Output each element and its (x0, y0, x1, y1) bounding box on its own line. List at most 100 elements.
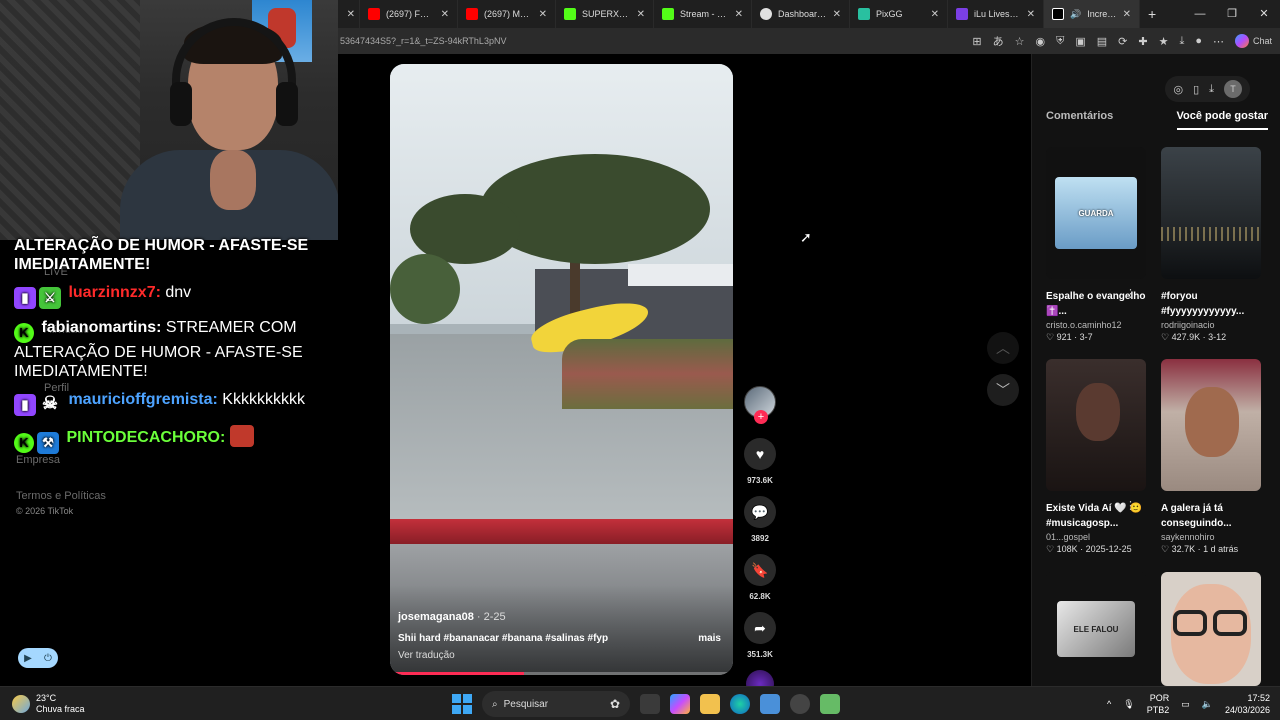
puzzle-icon[interactable]: ✚ (1138, 35, 1147, 48)
tab-youtube-1[interactable]: (2697) FEAR THE ✕ (360, 0, 458, 28)
copilot-chat-button[interactable]: Chat (1234, 34, 1272, 48)
new-tab-button[interactable]: + (1140, 0, 1164, 28)
video-author[interactable]: josemagana08 · 2-25 (398, 611, 506, 623)
download-icon[interactable]: ⤓ (1209, 83, 1214, 96)
card-thumbnail[interactable] (1161, 147, 1261, 279)
close-icon[interactable]: ✕ (1027, 9, 1035, 20)
recommended-card[interactable]: #foryou #fyyyyyyyyyyyy... rodriigoinacio… (1161, 147, 1263, 343)
overlay-toggle-button[interactable]: ▶ ⏻ (18, 648, 58, 668)
close-icon[interactable]: ✕ (931, 9, 939, 20)
translate-button[interactable]: Ver tradução (398, 650, 455, 661)
profile-icon[interactable]: ● (1195, 35, 1202, 47)
tab-comments[interactable]: Comentários (1046, 110, 1113, 130)
microphone-icon[interactable]: 🎙 (1123, 699, 1134, 710)
close-icon[interactable]: ✕ (637, 9, 645, 20)
close-icon[interactable]: ✕ (539, 9, 547, 20)
url-field[interactable]: 53647434S5?_r=1&_t=ZS-94kRThL3pNV (338, 36, 506, 46)
speaker-icon[interactable]: 🔊 (1070, 9, 1081, 20)
recommended-card[interactable] (1161, 572, 1263, 686)
card-author[interactable]: cristo.o.caminho12 (1046, 320, 1148, 330)
more-options-icon[interactable]: ⋮ (1125, 499, 1136, 512)
taskbar-search[interactable]: ⌕ Pesquisar ✿ (482, 691, 630, 717)
video-progress[interactable] (390, 672, 733, 675)
tab-youtube-2[interactable]: (2697) Metal Ins ✕ (458, 0, 556, 28)
refresh-extension-icon[interactable]: ⟳ (1118, 35, 1127, 48)
network-icon[interactable]: ▭ (1181, 699, 1190, 710)
card-thumbnail[interactable] (1161, 359, 1261, 491)
recommended-card[interactable]: A galera já tá conseguindo... saykennohi… (1161, 359, 1263, 555)
card-thumbnail[interactable]: ELE FALOU (1046, 572, 1146, 686)
close-icon[interactable]: ✕ (735, 9, 743, 20)
obs-icon[interactable] (790, 694, 810, 714)
close-icon[interactable]: ✕ (833, 9, 841, 20)
card-author[interactable]: rodriigoinacio (1161, 320, 1263, 330)
card-thumbnail[interactable] (1161, 572, 1261, 686)
footer-terms[interactable]: Termos e Políticas (16, 490, 106, 502)
save-button[interactable]: 🔖 (744, 554, 776, 586)
comment-button[interactable]: 💬 (744, 496, 776, 528)
close-icon[interactable]: ✕ (1123, 9, 1131, 20)
input-language[interactable]: POR PTB2 (1147, 692, 1170, 716)
recommended-card[interactable]: ELE FALOU (1046, 572, 1148, 686)
user-avatar[interactable]: T (1224, 80, 1242, 98)
extension-icon[interactable]: ▤ (1097, 35, 1107, 48)
more-options-icon[interactable]: ⋮ (1125, 287, 1136, 300)
minimize-icon[interactable]: — (1184, 0, 1216, 28)
task-view-icon[interactable] (640, 694, 660, 714)
restore-icon[interactable]: ❐ (1216, 0, 1248, 28)
windows-start-icon[interactable] (452, 694, 472, 714)
video-building-sign (628, 264, 733, 286)
video-player[interactable]: josemagana08 · 2-25 Shii hard #bananacar… (390, 64, 733, 675)
tab-kick-1[interactable]: SUPERXANDAO ✕ (556, 0, 654, 28)
recommended-card[interactable]: GUARDA Espalhe o evangelho ✝️... cristo.… (1046, 147, 1148, 343)
follow-plus-icon[interactable]: + (754, 410, 768, 424)
translate-icon[interactable]: あ (993, 33, 1004, 49)
share-button[interactable]: ➦ (744, 612, 776, 644)
more-button[interactable]: mais (698, 633, 721, 644)
author-name[interactable]: josemagana08 (398, 611, 474, 623)
card-author[interactable]: 01...gospel (1046, 532, 1148, 542)
tab-close-partial[interactable]: ✕ (338, 0, 360, 28)
tab-you-may-like[interactable]: Você pode gostar (1176, 110, 1268, 130)
compass-icon[interactable]: ◎ (1173, 83, 1183, 96)
edge-icon[interactable] (730, 694, 750, 714)
app-install-icon[interactable]: ⊞ (972, 35, 981, 48)
previous-video-button[interactable]: ︿ (987, 332, 1019, 364)
tab-ilu[interactable]: iLu Lives | React ✕ (948, 0, 1044, 28)
extension-icon[interactable]: ▣ (1075, 35, 1085, 48)
next-video-button[interactable]: ﹀ (987, 374, 1019, 406)
card-author[interactable]: saykennohiro (1161, 532, 1263, 542)
card-thumbnail[interactable]: GUARDA (1046, 147, 1146, 279)
save-count: 62.8K (749, 592, 771, 601)
like-count: 973.6K (747, 476, 773, 485)
photos-icon[interactable] (760, 694, 780, 714)
close-icon[interactable]: ✕ (441, 9, 449, 20)
download-icon[interactable]: ⤓ (1179, 35, 1184, 48)
favorite-star-icon[interactable]: ☆ (1015, 35, 1025, 48)
copilot-icon[interactable] (670, 694, 690, 714)
recommended-card[interactable]: Existe Vida Aí 🤍 🙂 #musicagosp... 01...g… (1046, 359, 1148, 555)
tab-dashboard[interactable]: Dashboard - Liv ✕ (752, 0, 850, 28)
close-icon[interactable]: ✕ (347, 9, 355, 20)
chevron-up-icon[interactable]: ^ (1107, 699, 1111, 709)
creator-avatar[interactable]: + (744, 386, 776, 424)
speaker-icon[interactable]: 🔈 (1202, 699, 1213, 710)
card-thumbnail[interactable] (1046, 359, 1146, 491)
extension-icon[interactable]: ◉ (1035, 35, 1045, 48)
tab-kick-2[interactable]: Stream - Kick Da ✕ (654, 0, 752, 28)
more-menu-icon[interactable]: ⋯ (1213, 35, 1224, 48)
search-icon: ⌕ (492, 698, 498, 710)
like-button[interactable]: ♥ (744, 438, 776, 470)
tab-pixgg[interactable]: PixGG ✕ (850, 0, 948, 28)
shield-icon[interactable]: ⛨ (1056, 35, 1064, 48)
weather-widget[interactable]: 23°C Chuva fraca (12, 693, 85, 715)
file-explorer-icon[interactable] (700, 694, 720, 714)
toolbar-icons: ⊞ あ ☆ ◉ ⛨ ▣ ▤ ⟳ ✚ ★ ⤓ ● ⋯ Chat (972, 28, 1272, 54)
clock[interactable]: 17:52 24/03/2026 (1225, 692, 1270, 716)
twitch-icon: ▮ (14, 287, 36, 309)
phone-icon[interactable]: ▯ (1193, 83, 1199, 96)
favorites-icon[interactable]: ★ (1159, 35, 1169, 48)
close-window-icon[interactable]: ✕ (1248, 0, 1280, 28)
tab-tiktok-active[interactable]: 🔊 Incredible B ✕ (1044, 0, 1140, 28)
app-icon[interactable] (820, 694, 840, 714)
